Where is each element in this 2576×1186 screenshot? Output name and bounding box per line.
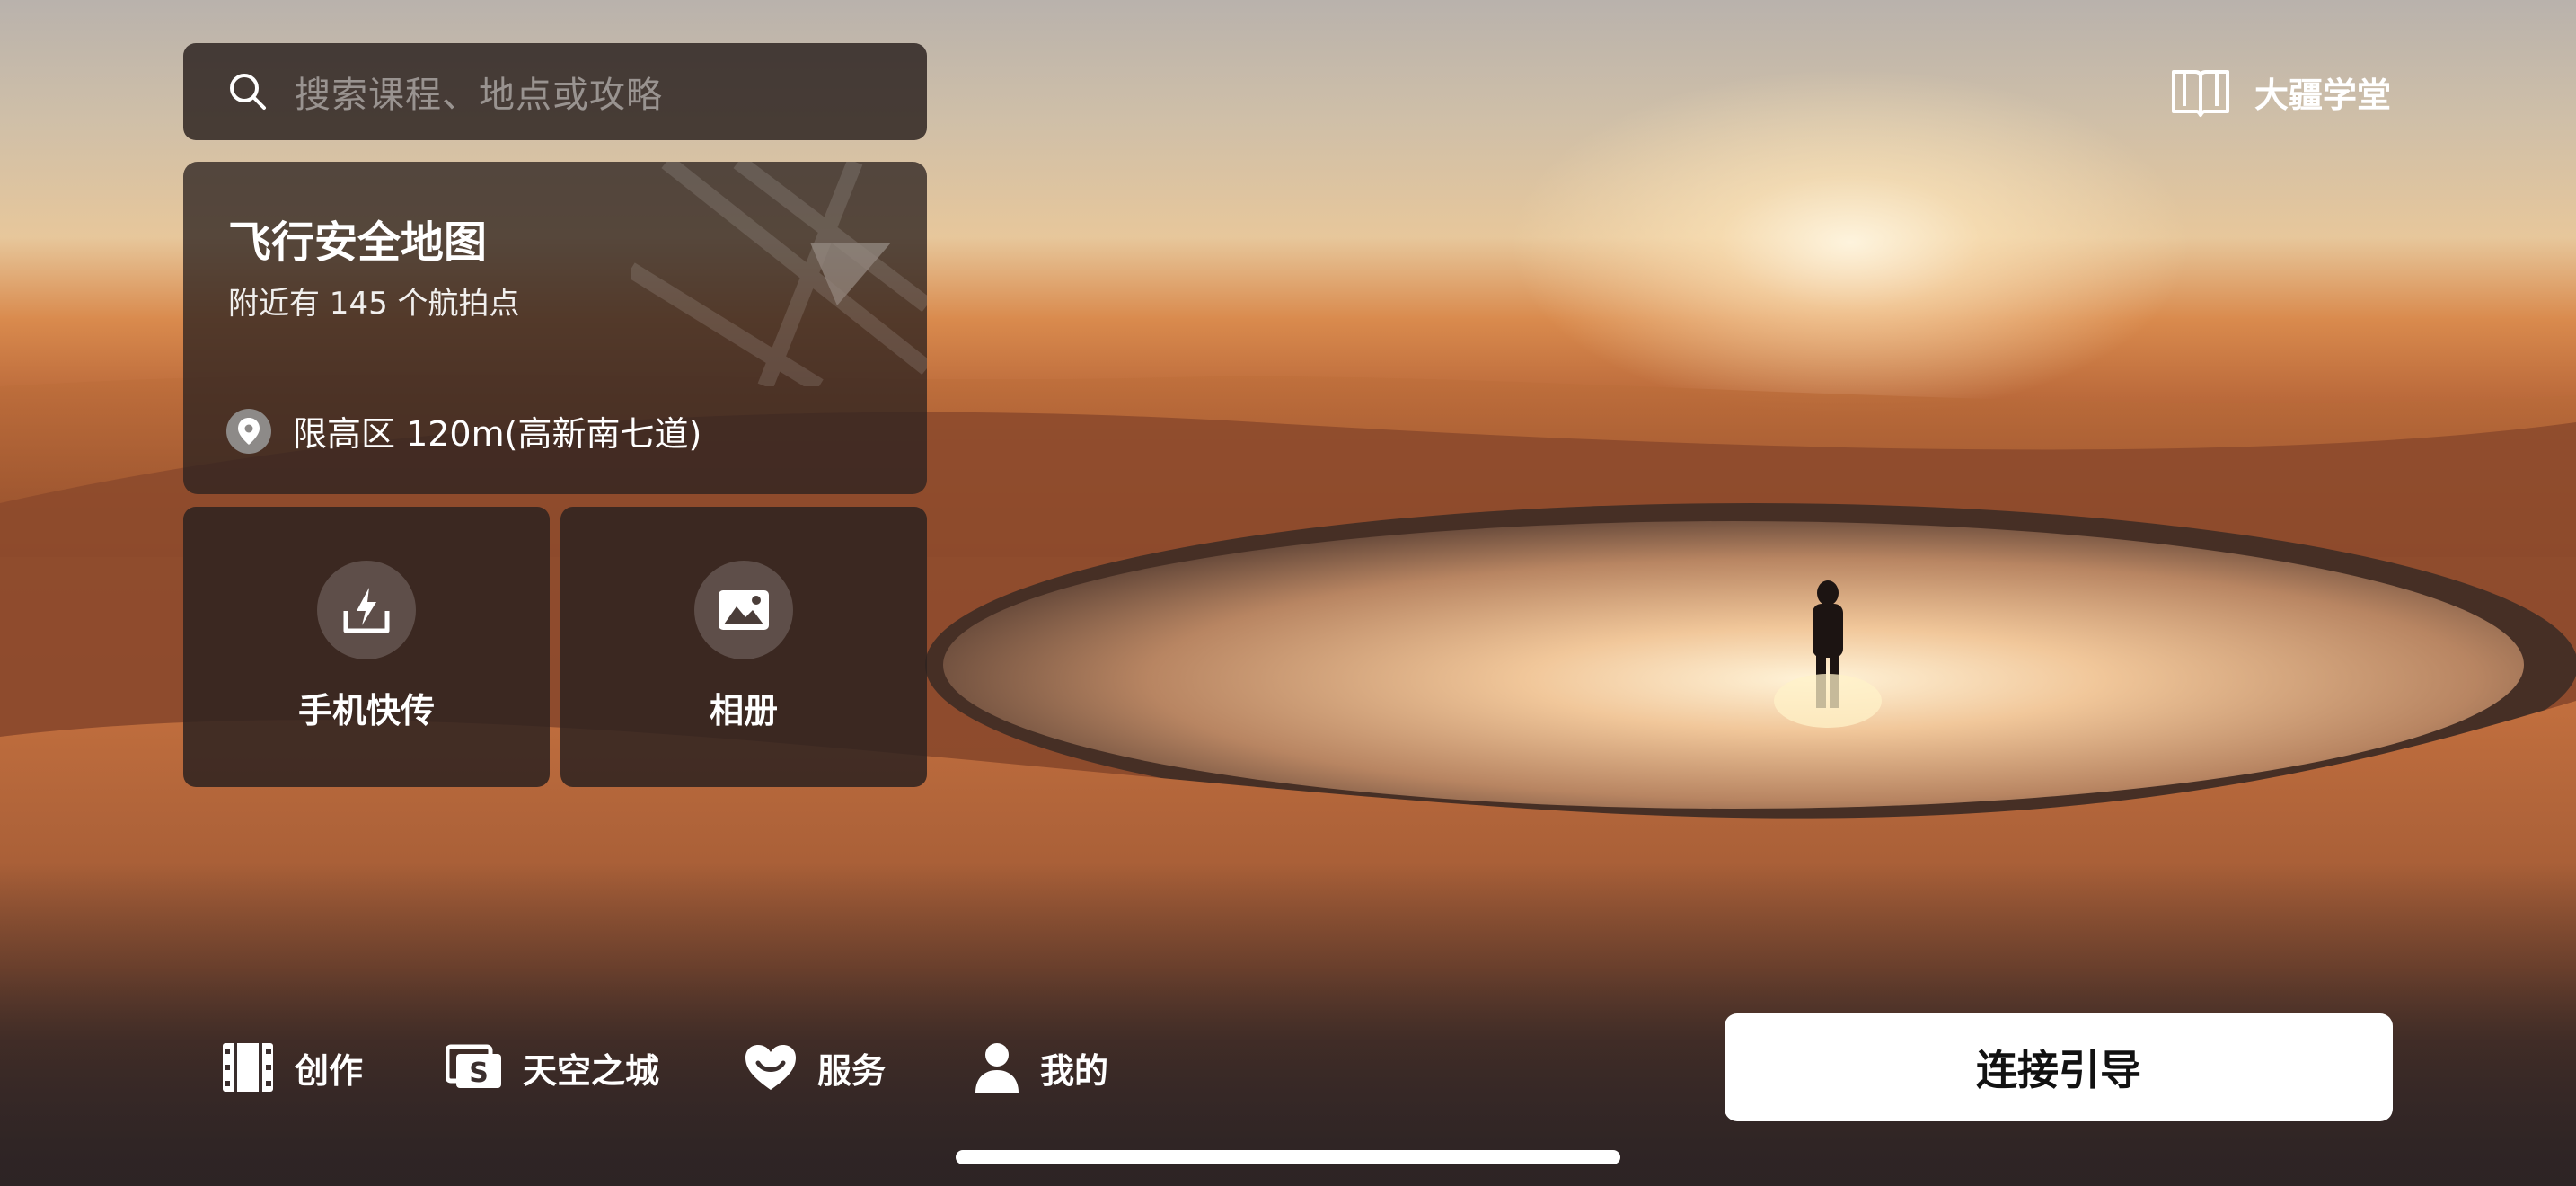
flight-safety-map-card[interactable]: 飞行安全地图 附近有 145 个航拍点 限高区 120m(高新南七道)	[183, 162, 927, 494]
search-placeholder: 搜索课程、地点或攻略	[295, 75, 663, 116]
quick-transfer-icon	[317, 561, 416, 659]
book-icon	[2171, 70, 2229, 117]
search-icon	[230, 74, 266, 110]
nav-skypixel[interactable]: S 天空之城	[446, 1039, 659, 1096]
nav-service[interactable]: 服务	[744, 1039, 886, 1096]
nav-create[interactable]: 创作	[221, 1039, 363, 1096]
nav-profile[interactable]: 我的	[974, 1039, 1108, 1096]
heart-service-icon	[745, 1045, 796, 1090]
map-card-subtitle: 附近有 145 个航拍点	[228, 286, 520, 322]
quick-transfer-tile[interactable]: 手机快传	[183, 507, 550, 787]
album-tile[interactable]: 相册	[560, 507, 927, 787]
academy-label: 大疆学堂	[2254, 75, 2391, 115]
map-decoration-icon	[631, 162, 927, 386]
connect-guide-button[interactable]: 连接引导	[1725, 1013, 2393, 1121]
film-icon	[223, 1043, 273, 1092]
skypixel-icon: S	[446, 1044, 501, 1089]
nav-profile-label: 我的	[1040, 1050, 1109, 1091]
quick-transfer-label: 手机快传	[297, 691, 435, 730]
search-bar[interactable]: 搜索课程、地点或攻略	[183, 43, 927, 140]
map-card-title: 飞行安全地图	[228, 217, 488, 268]
nav-service-label: 服务	[817, 1050, 887, 1091]
academy-link[interactable]: 大疆学堂	[2170, 59, 2391, 124]
album-label: 相册	[709, 691, 778, 730]
svg-text:S: S	[469, 1058, 489, 1089]
location-pin-icon	[226, 408, 271, 454]
restriction-text: 限高区 120m(高新南七道)	[293, 414, 702, 454]
nav-create-label: 创作	[295, 1050, 364, 1091]
user-icon	[975, 1043, 1019, 1093]
nav-skypixel-label: 天空之城	[523, 1050, 660, 1091]
restriction-row: 限高区 120m(高新南七道)	[226, 406, 701, 456]
album-icon	[694, 561, 793, 659]
home-indicator	[956, 1150, 1620, 1164]
